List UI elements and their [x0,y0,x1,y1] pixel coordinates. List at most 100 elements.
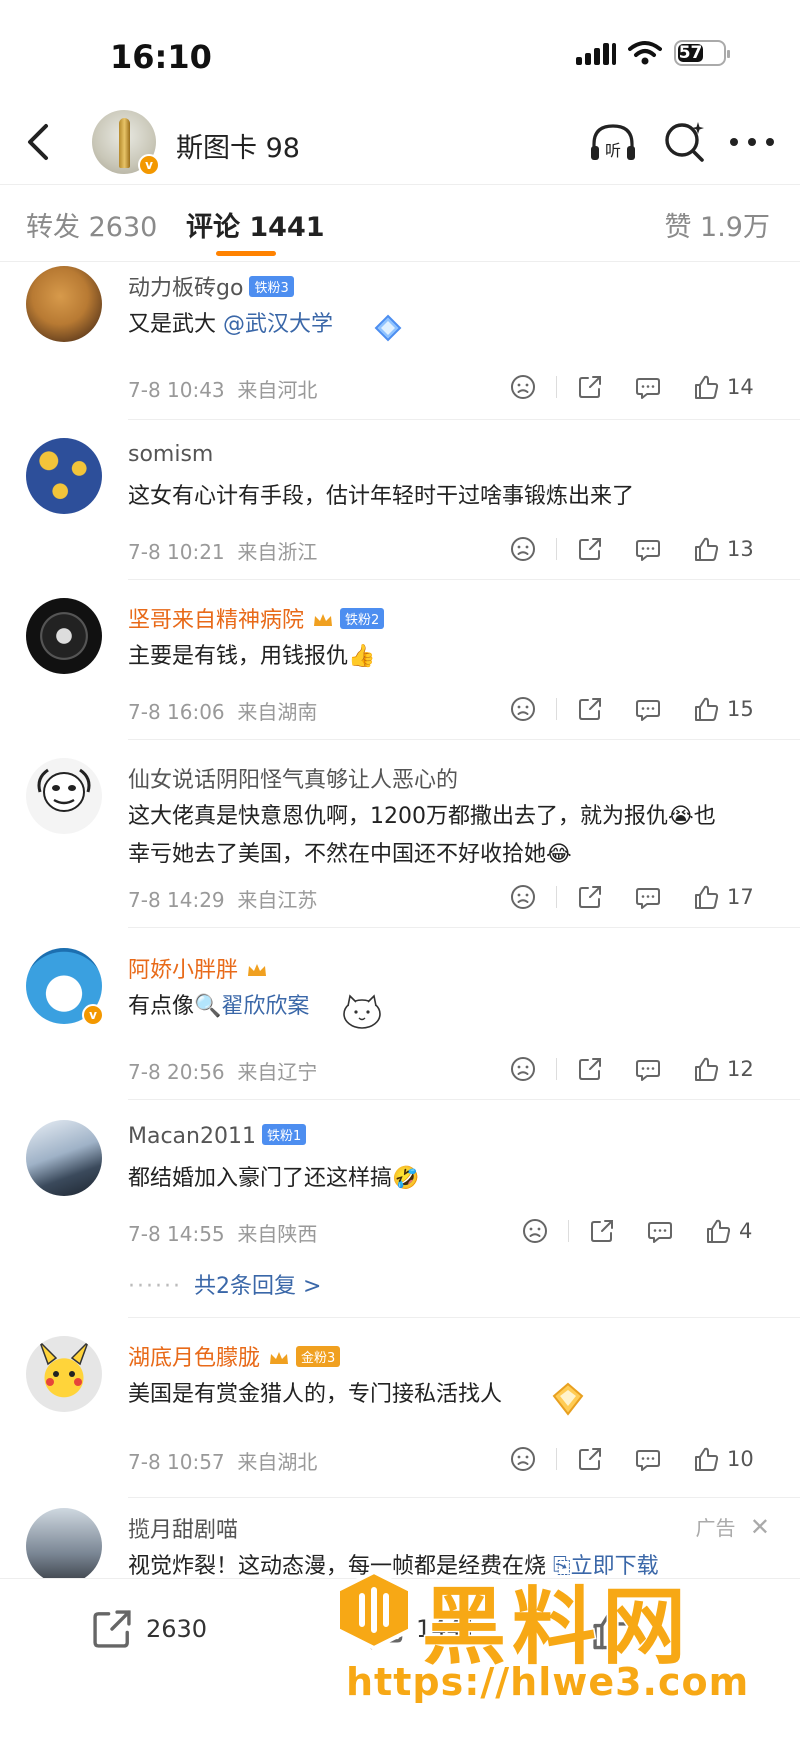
search-icon[interactable] [662,118,708,164]
comment-username[interactable]: 湖底月色朦胧 金粉3 [128,1340,341,1372]
comment-item: 坚哥来自精神病院 铁粉2 主要是有钱，用钱报仇👍 7-8 16:06 来自湖南 1… [0,580,800,740]
like-icon[interactable] [693,696,719,722]
share-icon[interactable] [577,1056,603,1082]
fan-badge: 铁粉1 [261,1124,307,1145]
like-count: 14 [727,375,754,399]
status-icons: 57 [576,40,730,66]
dislike-icon[interactable] [510,696,536,722]
reply-icon[interactable] [635,696,661,722]
tab-repost[interactable]: 转发 2630 [26,205,157,244]
topic-link[interactable]: 🔍翟欣欣案 [194,994,309,1019]
comment-meta: 7-8 10:57 来自湖北 [128,1450,318,1474]
comment-actions: 14 [510,372,780,402]
like-icon[interactable] [693,1446,719,1472]
comment-actions: 4 [522,1216,792,1246]
user-avatar[interactable] [26,598,102,674]
user-avatar[interactable] [26,1508,102,1578]
tab-bar: 转发 2630 评论 1441 赞 1.9万 [0,184,800,262]
ad-label: 广告 ✕ [695,1513,770,1541]
comment-username[interactable]: somism [128,442,213,467]
view-replies-link[interactable]: ······ 共2条回复 > [128,1268,321,1300]
comment-username[interactable]: 揽月甜剧喵 [128,1512,238,1544]
verified-icon: v [82,1004,104,1026]
like-icon[interactable] [705,1218,731,1244]
crown-icon [314,614,333,626]
diamond-sticker-icon [374,314,402,342]
comment-username[interactable]: Macan2011 铁粉1 [128,1124,307,1149]
reply-icon[interactable] [635,884,661,910]
status-time: 16:10 [110,38,212,76]
comment-item: somism 这女有心计有手段，估计年轻时干过啥事锻炼出来了 7-8 10:21… [0,420,800,580]
comment-actions: 10 [510,1444,780,1474]
dislike-icon[interactable] [510,884,536,910]
dislike-icon[interactable] [522,1218,548,1244]
watermark-url: https://hlwe3.com [345,1659,750,1705]
comment-actions: 12 [510,1054,780,1084]
mention-link[interactable]: @武汉大学 [223,312,333,337]
nav-bar: v 斯图卡 98 听 [0,100,800,184]
user-avatar[interactable] [26,1120,102,1196]
reply-icon[interactable] [635,536,661,562]
comment-username[interactable]: 仙女说话阴阳怪气真够让人恶心的 [128,762,458,794]
user-avatar[interactable] [26,266,102,342]
battery-level: 57 [678,43,704,63]
watermark-logo-icon [336,1569,412,1651]
author-name[interactable]: 斯图卡 98 [176,126,300,165]
dislike-icon[interactable] [510,374,536,400]
share-icon[interactable] [577,536,603,562]
comment-actions: 17 [510,882,780,912]
user-avatar[interactable] [26,438,102,514]
comment-text: 有点像🔍翟欣欣案 [128,994,310,1019]
dislike-icon[interactable] [510,1446,536,1472]
comment-item: 仙女说话阴阳怪气真够让人恶心的 这大佬真是快意恩仇啊，1200万都撒出去了，就为… [0,740,800,928]
comment-meta: 7-8 16:06 来自湖南 [128,700,318,724]
reply-icon[interactable] [635,1056,661,1082]
back-icon[interactable] [20,120,60,164]
dislike-icon[interactable] [510,1056,536,1082]
share-icon[interactable] [577,884,603,910]
like-icon[interactable] [693,374,719,400]
comment-username[interactable]: 动力板砖go 铁粉3 [128,270,294,302]
more-icon[interactable] [730,138,774,148]
comment-item: Macan2011 铁粉1 都结婚加入豪门了还这样搞🤣 7-8 14:55 来自陕… [0,1100,800,1318]
fan-badge: 铁粉3 [249,276,294,297]
comment-meta: 7-8 10:43 来自河北 [128,378,318,402]
share-icon[interactable] [589,1218,615,1244]
like-icon[interactable] [693,1056,719,1082]
dislike-icon[interactable] [510,536,536,562]
signal-icon [576,41,616,65]
svg-text:听: 听 [605,141,621,160]
listen-icon[interactable]: 听 [588,120,638,166]
watermark-overlay: 黑料网 https://hlwe3.com [330,1560,770,1720]
reply-icon[interactable] [635,374,661,400]
tab-likes[interactable]: 赞 1.9万 [664,205,770,244]
tab-comments[interactable]: 评论 1441 [186,205,325,244]
reply-icon[interactable] [635,1446,661,1472]
share-icon[interactable] [577,696,603,722]
repost-button[interactable]: 2630 [90,1607,207,1651]
verified-icon: v [138,154,160,176]
user-avatar[interactable] [26,1336,102,1412]
like-icon[interactable] [693,536,719,562]
comment-item: v 阿娇小胖胖 有点像🔍翟欣欣案 7-8 20:56 来自辽宁 12 [0,928,800,1100]
fan-badge: 铁粉2 [340,608,385,629]
fan-badge: 金粉3 [296,1346,341,1367]
user-avatar[interactable] [26,758,102,834]
comment-meta: 7-8 14:55 来自陕西 [128,1222,318,1246]
reply-icon[interactable] [647,1218,673,1244]
share-icon[interactable] [577,374,603,400]
comment-text: 都结婚加入豪门了还这样搞🤣 [128,1166,420,1191]
comment-username[interactable]: 阿娇小胖胖 [128,952,268,984]
comment-text: 又是武大 @武汉大学 [128,312,334,337]
share-icon[interactable] [577,1446,603,1472]
like-icon[interactable] [693,884,719,910]
comment-text: 这女有心计有手段，估计年轻时干过啥事锻炼出来了 [128,484,635,509]
crown-icon [270,1352,289,1364]
status-bar: 16:10 57 [0,0,800,100]
like-count: 4 [739,1219,753,1243]
meme-face-icon [37,768,91,812]
comment-username[interactable]: 坚哥来自精神病院 铁粉2 [128,602,385,634]
crown-icon [248,964,267,976]
close-icon[interactable]: ✕ [750,1513,770,1541]
comment-meta: 7-8 14:29 来自江苏 [128,888,318,912]
